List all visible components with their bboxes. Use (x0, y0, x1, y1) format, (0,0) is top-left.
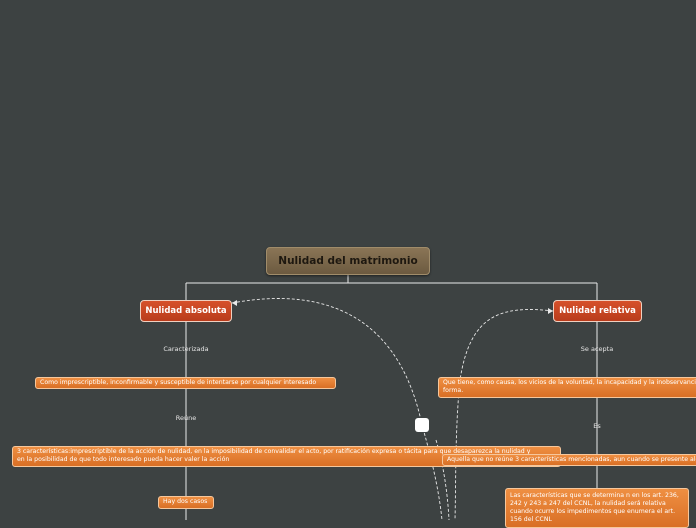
relationship-control-handle[interactable] (415, 418, 429, 432)
subtopic-imprescriptible[interactable]: Como imprescriptible, inconfirmable y su… (35, 377, 336, 389)
subtopic-vicios-voluntad[interactable]: Que tiene, como causa, los vicios de la … (438, 377, 696, 398)
label-reune[interactable]: Reúne (156, 413, 216, 423)
arrowhead-left (232, 300, 237, 306)
label-es[interactable]: Es (582, 421, 612, 431)
label-caracterizada[interactable]: Caracterizada (146, 344, 226, 354)
root-topic[interactable]: Nulidad del matrimonio (266, 247, 430, 275)
subtopic-no-reune[interactable]: Aquella que no reúne 3 características m… (442, 454, 696, 466)
subtopic-text-line-1: Que tiene, como causa, los vicios de la … (443, 379, 696, 386)
subtopic-hay-dos-casos[interactable]: Hay dos casos (158, 496, 214, 509)
label-se-acepta[interactable]: Se acepta (567, 344, 627, 354)
topic-nulidad-relativa[interactable]: Nulidad relativa (553, 300, 642, 322)
subtopic-text-line-2: forma. (443, 387, 464, 394)
topic-nulidad-absoluta[interactable]: Nulidad absoluta (140, 300, 232, 322)
subtopic-caracteristicas-art[interactable]: Las características que se determina n e… (505, 488, 689, 528)
relationship-curve-left (231, 298, 443, 520)
